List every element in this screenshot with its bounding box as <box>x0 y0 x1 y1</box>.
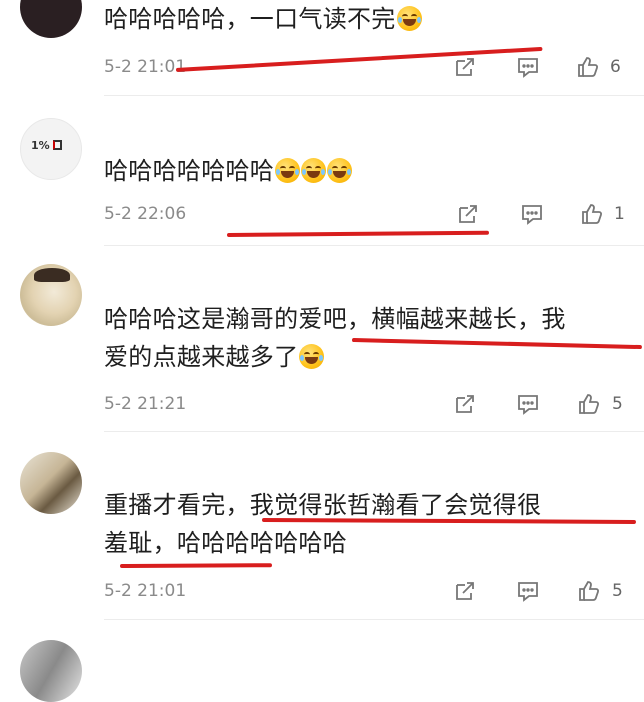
comment-meta: 5-2 21:01 5 <box>104 578 634 604</box>
share-icon[interactable] <box>453 579 477 603</box>
comment-text-line: 哈哈哈这是瀚哥的爱吧，横幅越来越长，我 <box>104 305 566 333</box>
like-count: 5 <box>612 581 623 601</box>
comment-icon[interactable] <box>520 202 544 226</box>
grin-sweat-emoji <box>396 6 422 31</box>
annotation-underline <box>119 563 273 568</box>
thumbs-up-icon[interactable] <box>577 392 601 416</box>
share-icon[interactable] <box>456 202 480 226</box>
comment-item: 哈哈哈这是瀚哥的爱吧，横幅越来越长，我 爱的点越来越多了 5-2 21:21 5 <box>0 246 644 432</box>
comment-text: 重播才看完，我觉得张哲瀚看了会觉得很 羞耻，哈哈哈哈哈哈哈 <box>104 486 634 562</box>
comment-date: 5-2 22:06 <box>104 204 187 224</box>
comment-item: 重播才看完，我觉得张哲瀚看了会觉得很 羞耻，哈哈哈哈哈哈哈 5-2 21:01 … <box>0 432 644 620</box>
avatar[interactable] <box>20 0 82 38</box>
thumbs-up-icon[interactable] <box>576 55 600 79</box>
comment-text-line: 爱的点越来越多了 <box>104 343 299 371</box>
comment-icon[interactable] <box>516 55 540 79</box>
comment-text: 哈哈哈哈哈，一口气读不完 <box>104 0 634 38</box>
grin-sweat-emoji <box>275 158 301 183</box>
like-count: 5 <box>612 394 623 414</box>
avatar[interactable] <box>20 640 82 702</box>
comment-meta: 5-2 21:21 5 <box>104 391 634 417</box>
avatar-label: 1% <box>31 139 50 152</box>
avatar[interactable] <box>20 452 82 514</box>
comment-item: 哈哈哈哈哈，一口气读不完 5-2 21:01 6 <box>0 0 644 96</box>
comment-date: 5-2 21:01 <box>104 57 187 77</box>
comment-text: 哈哈哈哈哈哈哈 <box>104 152 634 190</box>
share-icon[interactable] <box>453 392 477 416</box>
comment-icon[interactable] <box>516 579 540 603</box>
grin-sweat-emoji <box>327 158 353 183</box>
comment-text-line: 羞耻，哈哈哈哈哈哈哈 <box>104 529 347 557</box>
thumbs-up-icon[interactable] <box>577 579 601 603</box>
battery-icon <box>53 140 62 150</box>
comment-icon[interactable] <box>516 392 540 416</box>
like-count: 6 <box>610 57 621 77</box>
comment-meta: 5-2 22:06 1 <box>104 201 634 227</box>
avatar[interactable] <box>20 264 82 326</box>
annotation-underline <box>226 230 490 237</box>
comment-date: 5-2 21:01 <box>104 581 187 601</box>
comment-item <box>0 620 644 702</box>
grin-sweat-emoji <box>301 158 327 183</box>
thumbs-up-icon[interactable] <box>580 202 604 226</box>
comment-date: 5-2 21:21 <box>104 394 187 414</box>
share-icon[interactable] <box>453 55 477 79</box>
like-count: 1 <box>614 204 625 224</box>
comment-item: 1% 哈哈哈哈哈哈哈 5-2 22:06 1 <box>0 96 644 246</box>
grin-sweat-emoji <box>299 344 325 369</box>
avatar[interactable]: 1% <box>20 118 82 180</box>
avatar-hair <box>34 268 70 282</box>
